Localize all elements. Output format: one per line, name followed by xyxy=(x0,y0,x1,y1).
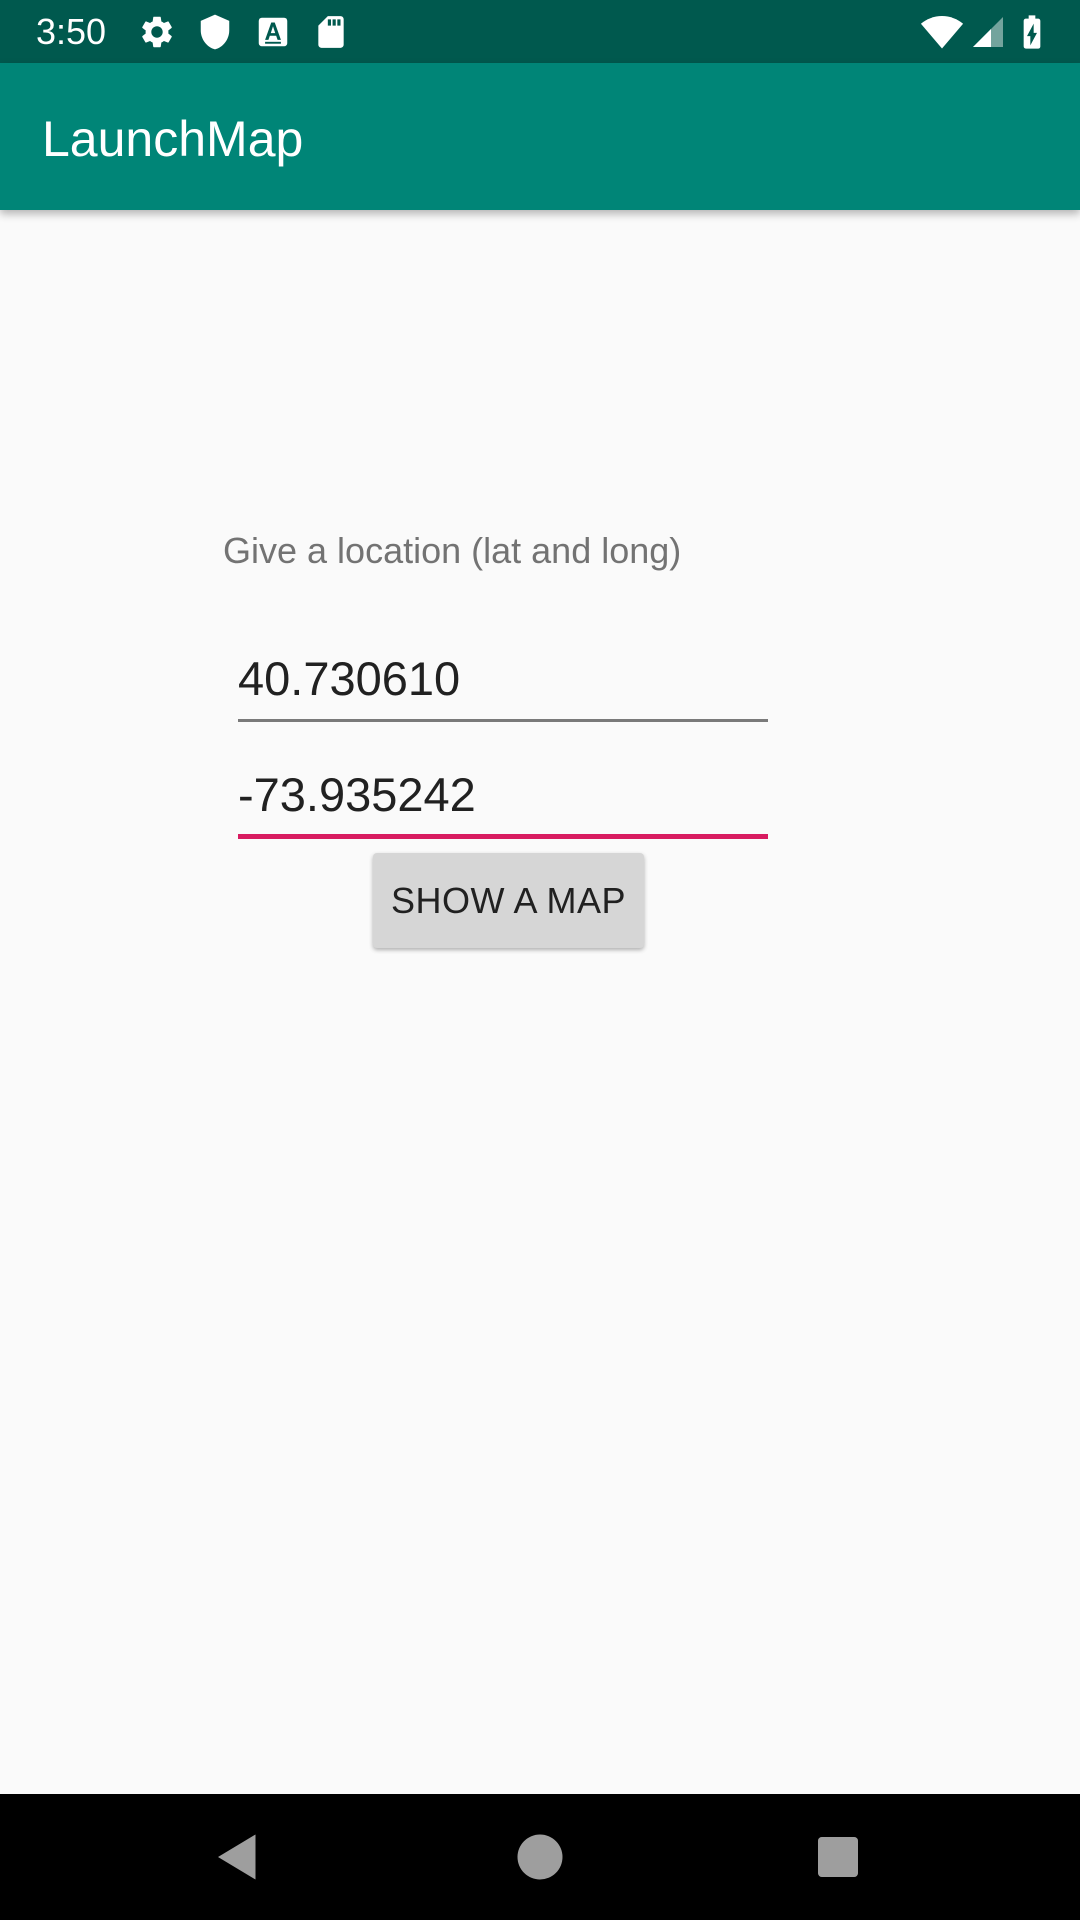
latitude-input[interactable]: 40.730610 xyxy=(238,642,768,722)
latitude-underline xyxy=(238,719,768,722)
navigation-bar xyxy=(0,1794,1080,1920)
home-icon[interactable] xyxy=(510,1827,570,1887)
sd-card-icon xyxy=(312,13,350,51)
main-content: Give a location (lat and long) 40.730610… xyxy=(0,210,1080,1794)
longitude-underline xyxy=(238,834,768,839)
location-prompt: Give a location (lat and long) xyxy=(223,530,682,571)
back-icon[interactable] xyxy=(208,1827,268,1887)
a-icon xyxy=(254,13,292,51)
wifi-icon xyxy=(920,10,964,54)
longitude-input[interactable]: -73.935242 xyxy=(238,758,768,839)
settings-icon xyxy=(138,13,176,51)
longitude-value[interactable]: -73.935242 xyxy=(238,766,476,824)
show-map-button[interactable]: SHOW A MAP xyxy=(373,853,644,948)
status-time: 3:50 xyxy=(36,11,107,52)
app-bar: LaunchMap xyxy=(0,63,1080,210)
recents-icon[interactable] xyxy=(808,1827,868,1887)
status-bar: 3:50 xyxy=(0,0,1080,63)
battery-charging-icon xyxy=(1012,10,1052,54)
shield-icon xyxy=(196,13,234,51)
latitude-value[interactable]: 40.730610 xyxy=(238,650,460,708)
app-title: LaunchMap xyxy=(42,111,304,167)
signal-icon xyxy=(970,12,1006,52)
